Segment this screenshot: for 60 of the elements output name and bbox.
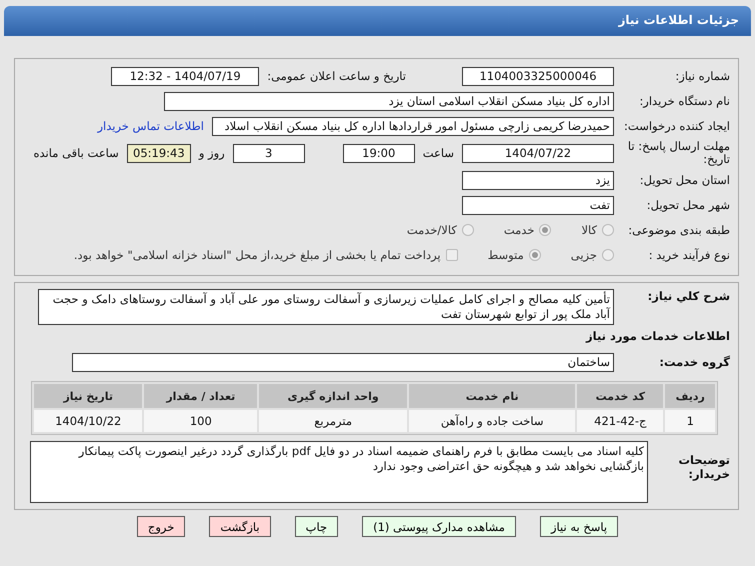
field-label: نوع فرآیند خرید : [648, 248, 730, 262]
column-header: نام خدمت [409, 384, 576, 408]
radio-button[interactable] [602, 224, 614, 236]
radio-label: جزیی [570, 248, 597, 262]
field-label: توضیحات خریدار: [678, 453, 730, 482]
column-header: کد خدمت [577, 384, 664, 408]
description-box: تأمین کلیه مصالح و اجرای کامل عملیات زیرسازی و آسفالت روستای مور علی آباد و آسفالت روستاهای دامک و حجت آباد ملک پور از توابع شهرستان تفت [38, 289, 614, 326]
section-title: اطلاعات خدمات مورد نیاز [584, 329, 730, 344]
column-header: واحد اندازه گیری [259, 384, 408, 408]
table-cell: 1404/10/22 [34, 410, 142, 432]
notes-box: کلیه اسناد می بایست مطابق با فرم راهنمای ضمیمه اسناد در دو فایل pdf بارگذاری گردد درغیر اینصورت پاکت پیمانکار بازگشایی نخواهد شد و هیچگونه حق اعتراضی وجود ندارد [30, 441, 648, 504]
field-label: روز و [198, 146, 225, 160]
table-cell: ج-42-421 [577, 410, 664, 432]
deadline-time-field: 19:00 [342, 144, 415, 163]
field-label: ایجاد کننده درخواست: [623, 119, 730, 133]
field-label: ساعت [422, 146, 454, 160]
province-field: یزد [462, 170, 614, 190]
checkbox[interactable] [446, 249, 458, 262]
radio-button[interactable] [528, 249, 541, 262]
table-cell: ساخت جاده و راه‌آهن [409, 410, 576, 432]
remaining-time-field: 05:19:43 [126, 144, 191, 163]
radio-button[interactable] [462, 224, 474, 236]
column-header: تاریخ نیاز [34, 384, 142, 408]
checkbox-label: پرداخت تمام یا بخشی از مبلغ خرید،از محل "اسناد خزانه اسلامی" خواهد بود. [74, 248, 441, 262]
service-group-field: ساختمان [72, 352, 614, 372]
field-label: شرح کلي نياز: [646, 289, 730, 304]
radio-button[interactable] [539, 224, 552, 236]
table-cell: مترمربع [259, 410, 408, 432]
action-button[interactable]: چاپ [294, 516, 338, 538]
table-cell: 100 [144, 410, 258, 432]
radio-button[interactable] [602, 249, 614, 262]
field-label: مهلت ارسال پاسخ: تا تاریخ: [626, 140, 730, 166]
deadline-date-field: 1404/07/22 [462, 144, 614, 163]
page-header: جزئیات اطلاعات نیاز [4, 6, 751, 36]
field-label: شماره نیاز: [674, 69, 730, 83]
radio-label: خدمت [504, 223, 534, 238]
radio-label: کالا [581, 223, 597, 238]
city-field: تفت [462, 196, 614, 215]
announce-date-field: 1404/07/19 - 12:32 [111, 66, 260, 86]
table-cell: 1 [665, 410, 715, 432]
field-label: طبقه بندی موضوعی: [627, 223, 730, 238]
action-button[interactable]: بازگشت [209, 516, 271, 538]
buyer-field: اداره کل بنیاد مسکن انقلاب اسلامی استان یزد [164, 92, 614, 110]
action-button[interactable]: پاسخ به نیاز [540, 516, 618, 538]
field-label: ساعت باقی مانده [34, 146, 119, 160]
column-header: ردیف [665, 384, 715, 408]
need-number-field: 1104003325000046 [462, 66, 614, 86]
field-label: گروه خدمت: [658, 355, 730, 370]
creator-field: حمیدرضا کریمی زارچی مسئول امور قراردادها اداره کل بنیاد مسکن انقلاب اسلاد [212, 116, 614, 136]
radio-label: متوسط [488, 248, 524, 262]
contact-link[interactable]: اطلاعات تماس خریدار [97, 119, 204, 133]
column-header: تعداد / مقدار [144, 384, 258, 408]
action-button[interactable]: مشاهده مدارک پیوستی (1) [362, 516, 516, 538]
action-button[interactable]: خروج [136, 516, 186, 538]
field-label: تاریخ و ساعت اعلان عمومی: [267, 69, 406, 83]
field-label: شهر محل تحویل: [646, 198, 730, 212]
days-field: 3 [232, 144, 305, 163]
field-label: نام دستگاه خریدار: [638, 94, 730, 108]
field-label: استان محل تحویل: [638, 173, 730, 188]
radio-label: کالا/خدمت [406, 223, 457, 238]
